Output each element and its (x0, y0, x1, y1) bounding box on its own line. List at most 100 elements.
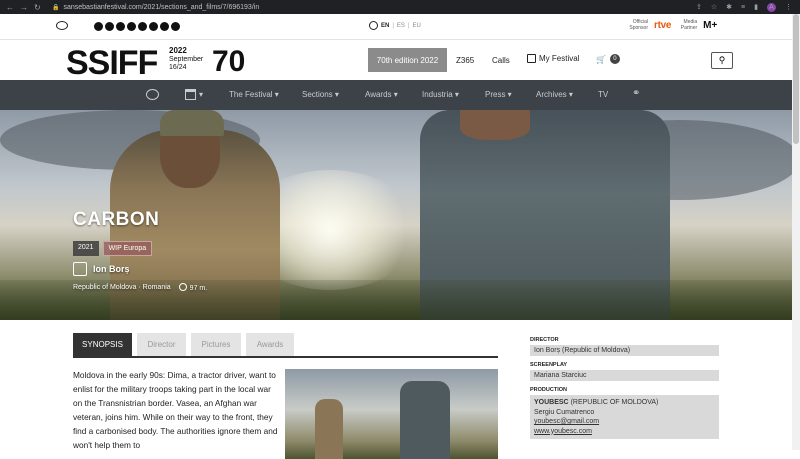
calls-link[interactable]: Calls (492, 56, 510, 65)
menu-list-icon[interactable]: ≡ (741, 4, 745, 11)
nav-tv[interactable]: TV (598, 90, 608, 99)
production-person: Sergiu Cumatrenco (534, 408, 595, 416)
clock-icon (178, 283, 187, 291)
lock-icon: 🔒 (52, 4, 60, 11)
spotify-icon[interactable] (149, 22, 158, 31)
star-icon[interactable]: ☆ (711, 3, 717, 11)
instagram-icon[interactable] (127, 22, 136, 31)
tab-awards[interactable]: Awards (246, 333, 294, 356)
screenplay-value: Mariana Starciuc (530, 370, 719, 381)
my-festival-link[interactable]: My Festival (527, 54, 579, 63)
lang-eu[interactable]: EU (412, 23, 420, 29)
film-tags: 2021 WIP Europa (73, 241, 153, 256)
media-partner-label: Media Partner (680, 19, 698, 31)
cart[interactable]: 🛒 0 (596, 54, 620, 64)
chat-icon[interactable] (56, 21, 68, 30)
tab-pictures[interactable]: Pictures (191, 333, 241, 356)
sponsors: Official Sponsor rtve Media Partner M+ (626, 19, 717, 31)
language-selector: EN | ES | EU (369, 21, 421, 30)
director-chair-icon (73, 262, 87, 276)
logo-year: 2022 (169, 46, 187, 55)
production-value: YOUBESC (REPUBLIC OF MOLDOVA) Sergiu Cum… (530, 395, 719, 439)
nav-sections[interactable]: Sections ▾ (302, 90, 339, 99)
film-tabs: SYNOPSIS Director Pictures Awards (73, 333, 294, 356)
twitter-icon[interactable] (116, 22, 125, 31)
logo-month: September (169, 56, 204, 63)
ssiff-logo[interactable]: SSIFF (66, 46, 157, 78)
globe-icon (369, 21, 378, 30)
forward-icon[interactable]: → (20, 3, 28, 12)
hero-figure-left-cap (160, 110, 224, 136)
official-sponsor-label: Official Sponsor (629, 19, 648, 31)
still-figure-right (400, 381, 450, 459)
logo-70: 70 (212, 45, 246, 77)
production-label: PRODUCTION (530, 387, 567, 393)
nav-archives[interactable]: Archives ▾ (536, 90, 573, 99)
still-figure-left (315, 399, 343, 459)
address-bar[interactable]: 🔒 sansebastianfestival.com/2021/sections… (52, 4, 696, 11)
header: SSIFF 2022 September 16/24 70 70th editi… (0, 40, 800, 80)
utility-bar: EN | ES | EU Official Sponsor rtve Media… (0, 14, 800, 40)
rtve-logo[interactable]: rtve (654, 20, 671, 31)
tab-underline (73, 356, 498, 358)
main-nav: ▾ The Festival ▾ Sections ▾ Awards ▾ Ind… (0, 80, 800, 110)
movistar-logo[interactable]: M+ (703, 20, 717, 31)
film-meta: Republic of Moldova · Romania 97 m. (73, 283, 207, 292)
more-icon[interactable]: ⋮ (785, 3, 792, 11)
hero-figure-right-head (460, 110, 530, 140)
tickets-icon[interactable] (146, 89, 159, 100)
bike-icon[interactable]: ⚭ (632, 88, 640, 99)
calendar-icon[interactable] (185, 89, 196, 100)
nav-industria[interactable]: Industria ▾ (422, 90, 459, 99)
nav-awards[interactable]: Awards ▾ (365, 90, 398, 99)
edition-button[interactable]: 70th edition 2022 (368, 48, 447, 72)
lang-en[interactable]: EN (381, 23, 389, 29)
logo-days: 16/24 (169, 64, 187, 71)
production-country: (REPUBLIC OF MOLDOVA) (570, 399, 659, 406)
screenplay-label: SCREENPLAY (530, 362, 568, 368)
cart-icon: 🛒 (596, 54, 606, 64)
extensions-icon[interactable]: ✱ (726, 3, 732, 11)
film-director: Ion Borș (73, 262, 130, 276)
sidebar-icon[interactable]: ▮ (754, 3, 758, 11)
director-value: Ion Borș (Republic of Moldova) (530, 345, 719, 356)
tiktok-icon[interactable] (94, 22, 103, 31)
back-icon[interactable]: ← (6, 3, 14, 12)
tab-synopsis[interactable]: SYNOPSIS (73, 333, 132, 356)
lang-separator: | (407, 22, 410, 29)
page-scrollbar[interactable] (792, 14, 800, 450)
browser-toolbar: ← → ↻ 🔒 sansebastianfestival.com/2021/se… (0, 0, 800, 14)
search-button[interactable]: ⚲ (711, 52, 733, 69)
logo-dates: 2022 September 16/24 (169, 47, 203, 72)
profile-avatar[interactable]: A (767, 2, 776, 12)
reload-icon[interactable]: ↻ (34, 3, 41, 12)
youtube-icon[interactable] (138, 22, 147, 31)
telegram-icon[interactable] (160, 22, 169, 31)
cart-count: 0 (609, 54, 620, 64)
user-icon (527, 54, 536, 63)
url-text: sansebastianfestival.com/2021/sections_a… (63, 3, 260, 11)
section-tag[interactable]: WIP Europa (102, 241, 153, 256)
film-duration: 97 m. (189, 285, 208, 292)
calendar-caret-icon[interactable]: ▾ (199, 90, 203, 99)
flickr-icon[interactable] (171, 22, 180, 31)
production-web-link[interactable]: www.youbesc.com (534, 428, 592, 435)
production-email-link[interactable]: youbesc@gmail.com (534, 418, 599, 425)
scrollbar-thumb[interactable] (793, 14, 799, 144)
synopsis-text: Moldova in the early 90s: Dima, a tracto… (73, 370, 278, 450)
facebook-icon[interactable] (105, 22, 114, 31)
my-festival-label: My Festival (539, 54, 580, 63)
nav-the-festival[interactable]: The Festival ▾ (229, 90, 279, 99)
z365-link[interactable]: Z365 (456, 56, 474, 65)
lang-es[interactable]: ES (397, 23, 405, 29)
nav-press[interactable]: Press ▾ (485, 90, 512, 99)
credits-panel: DIRECTOR Ion Borș (Republic of Moldova) … (530, 337, 719, 445)
tab-director[interactable]: Director (137, 333, 186, 356)
film-title: CARBON (73, 209, 160, 230)
social-links (94, 22, 180, 31)
share-icon[interactable]: ⇪ (696, 3, 702, 11)
director-label: DIRECTOR (530, 337, 559, 343)
search-icon: ⚲ (718, 55, 726, 65)
film-still-image[interactable] (285, 369, 498, 459)
film-duration-wrap: 97 m. (178, 283, 208, 292)
